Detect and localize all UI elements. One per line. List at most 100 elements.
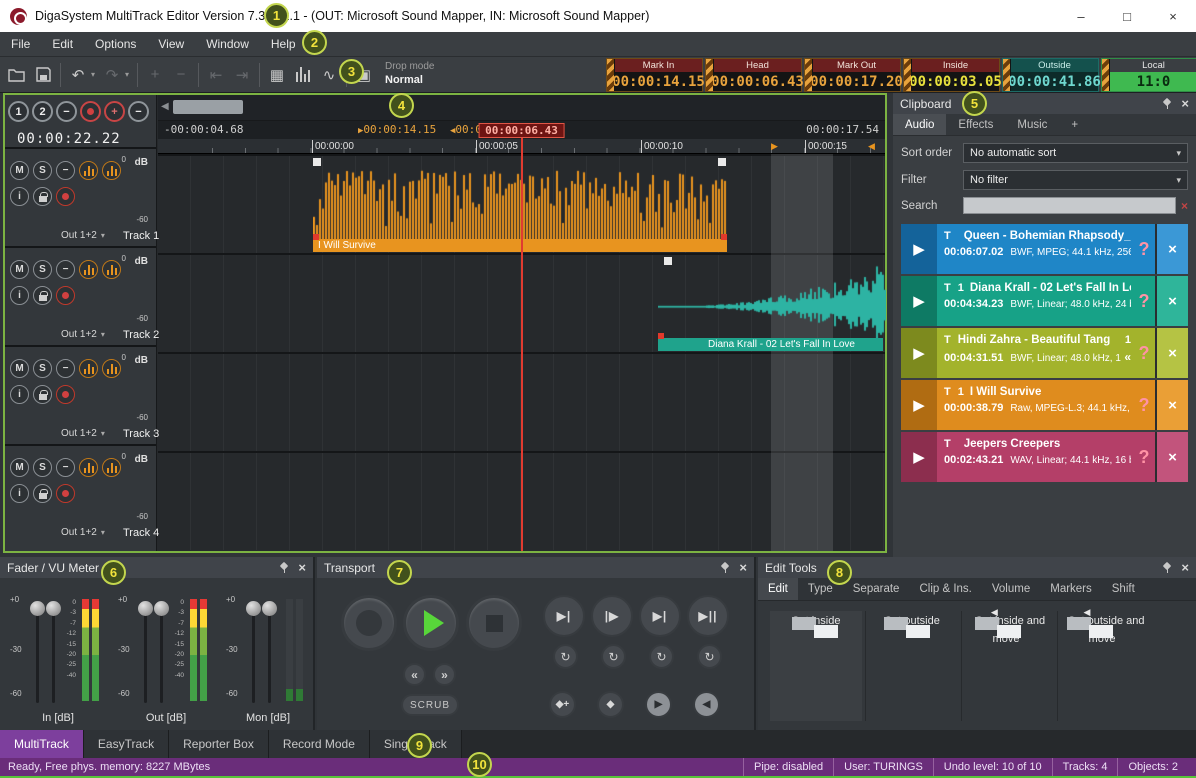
remove-item-button[interactable]: × bbox=[1155, 328, 1188, 378]
minimize-track-button[interactable]: − bbox=[56, 260, 75, 279]
minimize-track-button[interactable]: − bbox=[56, 458, 75, 477]
play-pause-button[interactable]: ▶|| bbox=[687, 595, 729, 637]
solo-button[interactable]: S bbox=[33, 260, 52, 279]
marker-button[interactable]: ◆ bbox=[597, 691, 624, 718]
close-panel-icon[interactable]: × bbox=[1181, 97, 1189, 110]
search-input[interactable] bbox=[963, 197, 1176, 214]
tab-markers[interactable]: Markers bbox=[1040, 578, 1102, 600]
play-button[interactable]: ▶ bbox=[901, 328, 937, 378]
playhead-cursor[interactable] bbox=[521, 138, 523, 551]
remove-item-button[interactable]: × bbox=[1155, 380, 1188, 430]
cut-inside-button[interactable]: Cut inside bbox=[770, 611, 862, 721]
lock-button[interactable] bbox=[33, 385, 52, 404]
info-question-icon[interactable]: ? bbox=[1133, 432, 1155, 482]
waveform-icon[interactable]: ∿ bbox=[316, 62, 342, 88]
menu-help[interactable]: Help bbox=[260, 32, 307, 56]
title-toggle-button[interactable]: T bbox=[944, 386, 951, 398]
tab-audio[interactable]: Audio bbox=[893, 114, 946, 135]
remove-item-button[interactable]: × bbox=[1155, 432, 1188, 482]
lock-button[interactable] bbox=[33, 286, 52, 305]
solo-button[interactable]: S bbox=[33, 161, 52, 180]
close-panel-icon[interactable]: × bbox=[298, 561, 306, 574]
automation-button[interactable] bbox=[102, 458, 121, 477]
menu-file[interactable]: File bbox=[0, 32, 41, 56]
play-button[interactable]: ▶ bbox=[901, 380, 937, 430]
automation-button[interactable] bbox=[102, 260, 121, 279]
fader-knob[interactable] bbox=[138, 601, 153, 616]
clipboard-item[interactable]: ▶ THindi Zahra - Beautiful Tang1 00:04:3… bbox=[901, 328, 1188, 378]
pin-icon[interactable] bbox=[279, 562, 290, 573]
preset-1-button[interactable]: 1 bbox=[8, 101, 29, 122]
cut-inside-and-move-button[interactable]: ◀ Cut inside and move bbox=[962, 611, 1054, 721]
minimize-button[interactable]: – bbox=[1058, 0, 1104, 32]
menu-window[interactable]: Window bbox=[195, 32, 260, 56]
info-button[interactable]: i bbox=[10, 385, 29, 404]
scrub-button[interactable]: SCRUB bbox=[401, 694, 459, 716]
menu-view[interactable]: View bbox=[147, 32, 195, 56]
mute-button[interactable]: M bbox=[10, 161, 29, 180]
mark-in-field[interactable]: Mark In 00:00:14.15 bbox=[606, 58, 703, 92]
zoom-out-button[interactable]: − bbox=[128, 101, 149, 122]
play-button[interactable]: ▶ bbox=[901, 224, 937, 274]
tab-reporter-box[interactable]: Reporter Box bbox=[169, 730, 269, 758]
fader-knob[interactable] bbox=[30, 601, 45, 616]
play-button[interactable]: ▶ bbox=[901, 432, 937, 482]
menu-options[interactable]: Options bbox=[84, 32, 147, 56]
step-forward-button[interactable]: » bbox=[433, 663, 456, 686]
record-arm-button[interactable] bbox=[56, 286, 75, 305]
mute-button[interactable]: M bbox=[10, 260, 29, 279]
zoom-in-button[interactable]: + bbox=[104, 101, 125, 122]
title-toggle-button[interactable]: T bbox=[944, 282, 951, 294]
outside-field[interactable]: Outside 00:00:41.86 bbox=[1002, 58, 1099, 92]
tab-record-mode[interactable]: Record Mode bbox=[269, 730, 370, 758]
save-icon[interactable] bbox=[30, 62, 56, 88]
nudge-back-button[interactable]: ◀ bbox=[693, 691, 720, 718]
record-arm-button[interactable] bbox=[56, 187, 75, 206]
add-icon[interactable]: + bbox=[142, 62, 168, 88]
tab-multitrack[interactable]: MultiTrack bbox=[0, 730, 84, 758]
cut-outside-and-move-button[interactable]: ◀ Cut outside and move bbox=[1058, 611, 1150, 721]
info-button[interactable]: i bbox=[10, 187, 29, 206]
info-question-icon[interactable]: ? bbox=[1133, 224, 1155, 274]
title-toggle-button[interactable]: T bbox=[944, 334, 951, 346]
pin-icon[interactable] bbox=[720, 562, 731, 573]
automation-button[interactable] bbox=[102, 359, 121, 378]
clipboard-item[interactable]: ▶ T1I Will Survive 00:00:38.79Raw, MPEG-… bbox=[901, 380, 1188, 430]
loop-button[interactable]: ↻ bbox=[553, 644, 578, 669]
info-button[interactable]: i bbox=[10, 484, 29, 503]
undo-icon[interactable]: ↶ bbox=[65, 62, 91, 88]
info-button[interactable]: i bbox=[10, 286, 29, 305]
loop-button[interactable]: ↻ bbox=[649, 644, 674, 669]
minimize-track-button[interactable]: − bbox=[56, 359, 75, 378]
skip-forward-button[interactable]: ▶| bbox=[639, 595, 681, 637]
inside-field[interactable]: Inside 00:00:03.05 bbox=[903, 58, 1000, 92]
mute-button[interactable]: M bbox=[10, 458, 29, 477]
sort-order-select[interactable]: No automatic sort▾ bbox=[963, 143, 1188, 163]
clipboard-item[interactable]: ▶ TQueen - Bohemian Rhapsody_mp 00:06:07… bbox=[901, 224, 1188, 274]
close-panel-icon[interactable]: × bbox=[739, 561, 747, 574]
fader-knob[interactable] bbox=[246, 601, 261, 616]
add-marker-button[interactable]: ◆+ bbox=[549, 691, 576, 718]
lock-button[interactable] bbox=[33, 187, 52, 206]
record-button[interactable] bbox=[341, 595, 397, 651]
drop-mode-selector[interactable]: Drop mode Normal bbox=[377, 61, 442, 87]
output-routing-select[interactable]: Out 1+2▾ bbox=[61, 230, 105, 241]
tab-separate[interactable]: Separate bbox=[843, 578, 910, 600]
filter-select[interactable]: No filter▾ bbox=[963, 170, 1188, 190]
fader-knob[interactable] bbox=[262, 601, 277, 616]
scrollbar-thumb[interactable] bbox=[173, 100, 243, 114]
clip-edge-handle[interactable] bbox=[313, 234, 319, 240]
fader-slider[interactable] bbox=[52, 601, 55, 703]
solo-button[interactable]: S bbox=[33, 359, 52, 378]
play-from-mark-button[interactable]: |▶ bbox=[591, 595, 633, 637]
tab-add[interactable]: + bbox=[1059, 114, 1090, 135]
lock-button[interactable] bbox=[33, 484, 52, 503]
remove-item-button[interactable]: × bbox=[1155, 224, 1188, 274]
stop-button[interactable] bbox=[466, 595, 522, 651]
fader-knob[interactable] bbox=[154, 601, 169, 616]
automation-button[interactable] bbox=[102, 161, 121, 180]
clip-handle[interactable] bbox=[718, 158, 726, 166]
fader-slider[interactable] bbox=[144, 601, 147, 703]
clipboard-item[interactable]: ▶ TJeepers Creepers 00:02:43.21WAV, Line… bbox=[901, 432, 1188, 482]
clip-handle[interactable] bbox=[664, 257, 672, 265]
